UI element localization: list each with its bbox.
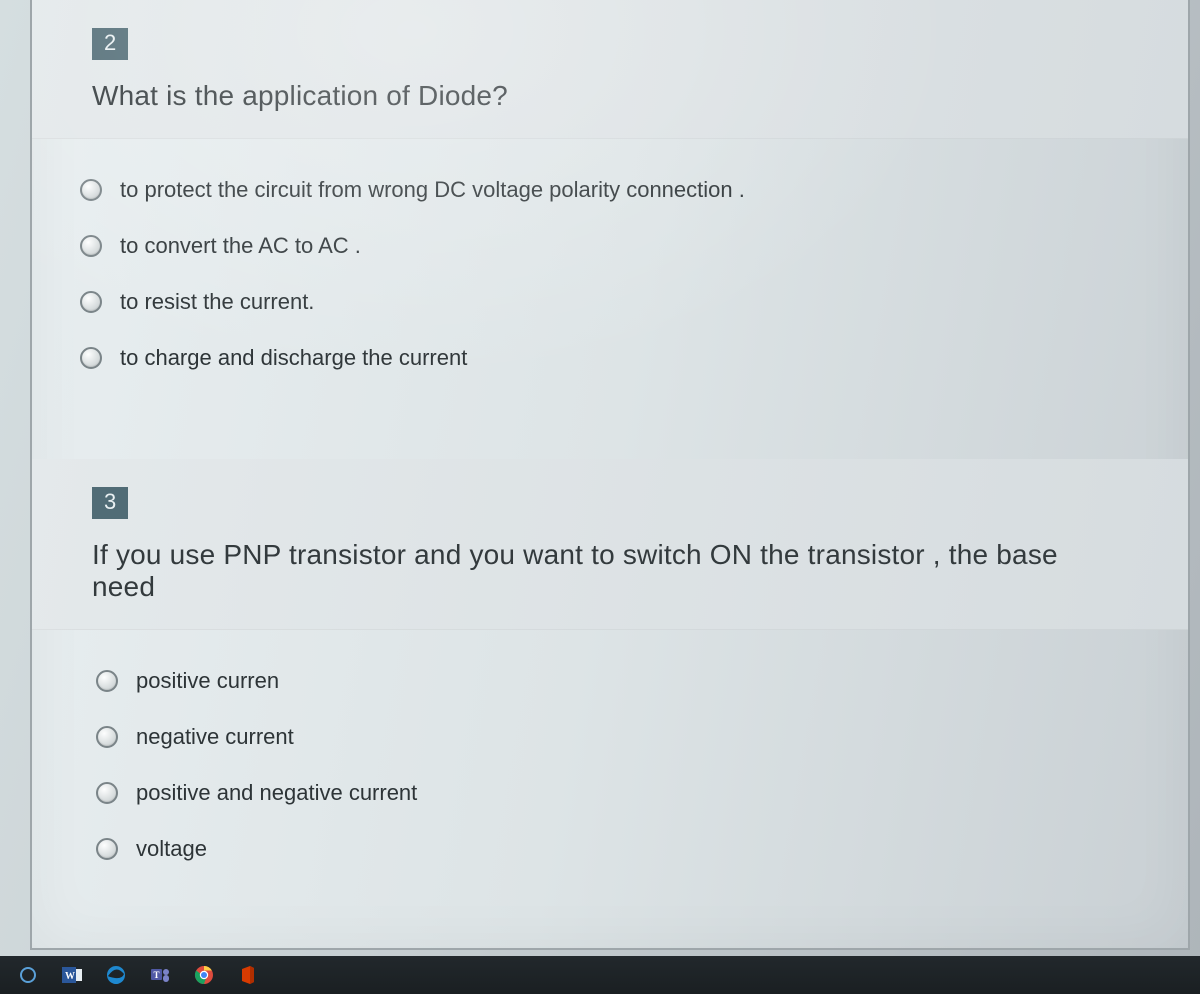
edge-icon[interactable] bbox=[94, 956, 138, 994]
option-row[interactable]: positive curren bbox=[80, 656, 1148, 712]
radio-icon[interactable] bbox=[96, 782, 118, 804]
question-3-options: positive curren negative current positiv… bbox=[32, 630, 1188, 890]
option-row[interactable]: negative current bbox=[80, 712, 1148, 768]
option-row[interactable]: to convert the AC to AC . bbox=[80, 221, 1148, 277]
option-label: positive and negative current bbox=[136, 780, 417, 806]
question-block-3: 3 If you use PNP transistor and you want… bbox=[32, 459, 1188, 890]
teams-icon[interactable]: T bbox=[138, 956, 182, 994]
question-header: 3 If you use PNP transistor and you want… bbox=[32, 459, 1188, 630]
radio-icon[interactable] bbox=[80, 347, 102, 369]
taskbar-cortana-icon[interactable] bbox=[6, 956, 50, 994]
option-label: to charge and discharge the current bbox=[120, 345, 467, 371]
option-row[interactable]: to charge and discharge the current bbox=[80, 333, 1148, 389]
option-row[interactable]: to protect the circuit from wrong DC vol… bbox=[80, 165, 1148, 221]
radio-icon[interactable] bbox=[80, 235, 102, 257]
question-number-badge: 2 bbox=[92, 28, 128, 60]
option-row[interactable]: voltage bbox=[80, 824, 1148, 880]
option-label: positive curren bbox=[136, 668, 279, 694]
option-label: to convert the AC to AC . bbox=[120, 233, 361, 259]
taskbar: W T bbox=[0, 956, 1200, 994]
office-icon[interactable] bbox=[226, 956, 270, 994]
radio-icon[interactable] bbox=[96, 670, 118, 692]
word-icon[interactable]: W bbox=[50, 956, 94, 994]
option-label: to protect the circuit from wrong DC vol… bbox=[120, 177, 745, 203]
option-row[interactable]: to resist the current. bbox=[80, 277, 1148, 333]
radio-icon[interactable] bbox=[96, 838, 118, 860]
option-row[interactable]: positive and negative current bbox=[80, 768, 1148, 824]
option-label: voltage bbox=[136, 836, 207, 862]
svg-text:W: W bbox=[65, 971, 75, 982]
option-label: to resist the current. bbox=[120, 289, 314, 315]
chrome-icon[interactable] bbox=[182, 956, 226, 994]
radio-icon[interactable] bbox=[80, 291, 102, 313]
question-header: 2 What is the application of Diode? bbox=[32, 0, 1188, 139]
svg-text:T: T bbox=[154, 970, 160, 980]
radio-icon[interactable] bbox=[96, 726, 118, 748]
question-text: What is the application of Diode? bbox=[92, 80, 1128, 112]
option-label: negative current bbox=[136, 724, 294, 750]
question-number-badge: 3 bbox=[92, 487, 128, 519]
quiz-screen: 2 What is the application of Diode? to p… bbox=[30, 0, 1190, 950]
question-2-options: to protect the circuit from wrong DC vol… bbox=[32, 139, 1188, 399]
question-text: If you use PNP transistor and you want t… bbox=[92, 539, 1128, 603]
question-block-2: 2 What is the application of Diode? to p… bbox=[32, 0, 1188, 399]
radio-icon[interactable] bbox=[80, 179, 102, 201]
